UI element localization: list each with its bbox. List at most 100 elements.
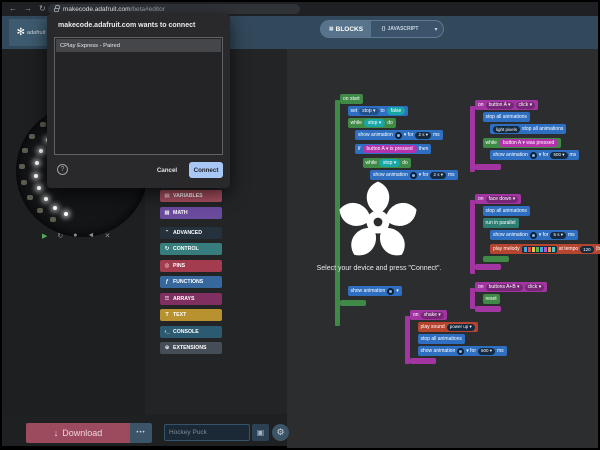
block-text: at tempo xyxy=(559,246,578,252)
gear-icon: ⚙ xyxy=(276,427,284,438)
block-text: ▾ for xyxy=(539,232,549,238)
block-row[interactable] xyxy=(410,358,436,364)
block-spine xyxy=(470,106,475,172)
save-button[interactable]: ▣ xyxy=(252,424,269,441)
block-text: on start xyxy=(343,96,360,102)
block-field[interactable]: 2 s ▾ xyxy=(430,172,446,179)
on-shake-stack[interactable]: onshake ▾ play soundpower up ▾ stop all an… xyxy=(405,308,507,364)
block-text: while xyxy=(351,120,362,126)
block-dropdown[interactable]: buttons A+B ▾ xyxy=(486,284,523,291)
block-dropdown[interactable]: face down ▾ xyxy=(486,196,519,203)
animation-preview-icon xyxy=(387,288,394,295)
block-spine xyxy=(470,200,475,274)
block-row[interactable]: on start xyxy=(340,94,363,104)
block-row[interactable]: whilestop ▾do xyxy=(363,158,411,168)
block-dropdown[interactable]: button A ▾ xyxy=(486,102,514,109)
block-text: on xyxy=(478,196,484,202)
block-row[interactable] xyxy=(475,164,501,170)
block-row[interactable]: stop all animations xyxy=(483,112,530,122)
block-row[interactable]: show animation▾ for500 ▾ms xyxy=(418,346,507,356)
block-value-pill: stop ▾ xyxy=(379,159,400,167)
block-text: play melody xyxy=(493,246,520,252)
on-face-down-stack[interactable]: onface down ▾ stop all animations run in p… xyxy=(470,192,600,270)
block-row[interactable]: whilestop ▾do xyxy=(348,118,396,128)
block-dropdown[interactable]: click ▾ xyxy=(516,102,536,109)
block-text: while xyxy=(366,160,377,166)
block-text: ms xyxy=(497,348,504,354)
block-row[interactable] xyxy=(483,256,509,262)
block-dropdown[interactable]: click ▾ xyxy=(525,284,545,291)
block-text: set xyxy=(351,108,358,114)
screen: ← → ↻ makecode.adafruit.com/beta#editor … xyxy=(0,0,600,450)
block-text: do xyxy=(387,120,393,126)
block-row[interactable]: onface down ▾ xyxy=(475,194,521,204)
device-list: CPlay Express - Paired xyxy=(54,37,223,155)
block-row[interactable] xyxy=(475,264,501,270)
block-row[interactable]: show animation▾ for2 s ▾ms xyxy=(355,130,443,140)
block-field[interactable]: power up ▾ xyxy=(447,324,475,331)
cancel-button[interactable]: Cancel xyxy=(149,163,185,178)
on-button-a-stack[interactable]: onbutton A ▾click ▾ stop all animations li… xyxy=(470,98,579,170)
animation-preview-icon xyxy=(457,348,464,355)
adafruit-flower-logo xyxy=(334,178,422,266)
block-text: ▾ for xyxy=(404,132,414,138)
block-value-pill: button A ▾ was pressed xyxy=(499,139,558,147)
block-row[interactable]: run in parallel xyxy=(483,218,519,228)
block-row[interactable]: play soundpower up ▾ xyxy=(418,322,478,332)
download-button[interactable]: ↓ Download xyxy=(26,423,130,443)
melody-preview xyxy=(522,246,557,253)
help-icon[interactable]: ? xyxy=(57,164,68,175)
block-row[interactable]: stop all animations xyxy=(418,334,465,344)
save-icon: ▣ xyxy=(257,428,265,437)
block-text: show animation xyxy=(493,232,528,238)
block-text: do xyxy=(402,160,408,166)
block-field[interactable]: 500 ▾ xyxy=(478,348,495,355)
block-text: run in parallel xyxy=(486,220,516,226)
animation-preview-icon xyxy=(395,132,402,139)
block-row[interactable] xyxy=(340,300,366,306)
block-row[interactable]: reset xyxy=(483,294,500,304)
block-text: (bpm) xyxy=(596,246,600,252)
block-row[interactable]: onbuttons A+B ▾click ▾ xyxy=(475,282,547,292)
block-field[interactable]: light pixels xyxy=(493,126,520,133)
block-row[interactable]: stop all animations xyxy=(483,206,530,216)
block-text: stop all animations xyxy=(421,336,462,342)
block-row[interactable]: onshake ▾ xyxy=(410,310,447,320)
project-name-input[interactable] xyxy=(164,424,250,441)
block-row[interactable]: show animation▾ for500 ▾ms xyxy=(490,150,579,160)
block-row[interactable]: play melody at tempo120(bpm) xyxy=(490,244,600,254)
block-dropdown[interactable]: stop ▾ xyxy=(359,108,378,115)
more-options-button[interactable]: ••• xyxy=(130,423,152,443)
device-connect-dialog: makecode.adafruit.com wants to connect C… xyxy=(47,14,230,188)
block-text: show animation xyxy=(351,288,386,294)
block-value-pill: stop ▾ xyxy=(364,119,385,127)
block-row[interactable]: show animation▾ for5 s ▾ms xyxy=(490,230,578,240)
block-field[interactable]: 5 s ▾ xyxy=(550,232,566,239)
block-row[interactable]: light pixelsstop all animations xyxy=(490,124,566,134)
block-text: ms xyxy=(433,132,440,138)
block-text: on xyxy=(478,102,484,108)
connect-message: Select your device and press "Connect". xyxy=(289,265,469,272)
block-row[interactable]: onbutton A ▾click ▾ xyxy=(475,100,538,110)
download-label: Download xyxy=(62,428,102,438)
settings-button[interactable]: ⚙ xyxy=(272,424,289,441)
block-row[interactable]: setstop ▾tofalse xyxy=(348,106,409,116)
block-dropdown[interactable]: shake ▾ xyxy=(421,312,444,319)
block-row[interactable]: show animation ▾ xyxy=(348,286,402,296)
block-row[interactable]: ifbutton A ▾ is pressedthen xyxy=(355,144,431,154)
block-row[interactable]: whilebutton A ▾ was pressed xyxy=(483,138,562,148)
block-text: on xyxy=(478,284,484,290)
block-text: if xyxy=(358,146,361,152)
block-value-pill: button A ▾ is pressed xyxy=(363,145,417,153)
device-list-item[interactable]: CPlay Express - Paired xyxy=(56,39,221,52)
block-field[interactable]: 120 xyxy=(580,246,594,253)
block-text: ▾ xyxy=(396,288,399,294)
block-text: ms xyxy=(448,172,455,178)
block-spine xyxy=(470,288,475,309)
connect-button[interactable]: Connect xyxy=(189,162,223,178)
block-text: on xyxy=(413,312,419,318)
dialog-title: makecode.adafruit.com wants to connect xyxy=(58,22,195,29)
block-field[interactable]: 500 ▾ xyxy=(550,152,567,159)
block-spine xyxy=(405,316,410,364)
block-field[interactable]: 2 s ▾ xyxy=(415,132,431,139)
